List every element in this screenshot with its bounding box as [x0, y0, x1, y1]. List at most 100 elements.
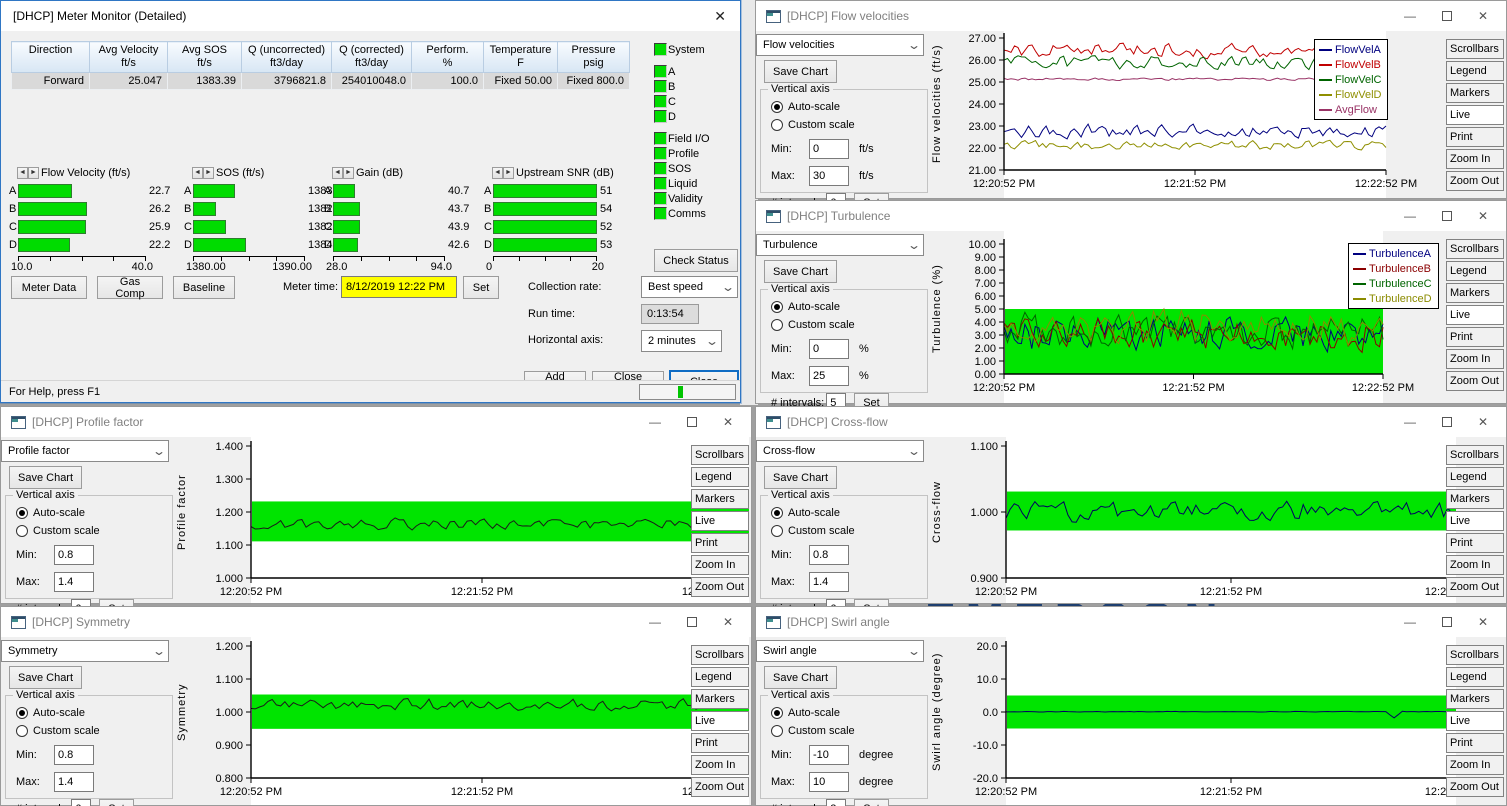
minimize-button[interactable]: —: [649, 416, 661, 428]
close-button[interactable]: ✕: [1478, 416, 1488, 428]
scroll-right-button[interactable]: ►: [503, 167, 514, 179]
legend-button[interactable]: Legend: [691, 467, 749, 487]
auto-scale-radio[interactable]: Auto-scale: [16, 505, 172, 521]
scroll-left-button[interactable]: ◄: [17, 167, 28, 179]
scrollbars-button[interactable]: Scrollbars: [691, 645, 749, 665]
scrollbars-button[interactable]: Scrollbars: [1446, 445, 1504, 465]
print-button[interactable]: Print: [1446, 127, 1504, 147]
chart-selector-dropdown[interactable]: Flow velocities ⌄: [756, 34, 924, 56]
zoom-in-button[interactable]: Zoom In: [691, 755, 749, 775]
minimize-button[interactable]: —: [649, 616, 661, 628]
markers-button[interactable]: Markers: [1446, 283, 1504, 303]
min-input[interactable]: [809, 745, 849, 765]
meter-time-field[interactable]: [341, 276, 457, 298]
markers-button[interactable]: Markers: [1446, 489, 1504, 509]
minimize-button[interactable]: —: [1404, 416, 1416, 428]
legend-button[interactable]: Legend: [1446, 61, 1504, 81]
min-input[interactable]: [54, 545, 94, 565]
max-input[interactable]: [809, 772, 849, 792]
maximize-button[interactable]: [1442, 11, 1452, 21]
zoom-out-button[interactable]: Zoom Out: [691, 577, 749, 597]
markers-button[interactable]: Markers: [1446, 689, 1504, 709]
live-button[interactable]: Live: [691, 711, 749, 731]
custom-scale-radio[interactable]: Custom scale: [16, 723, 172, 739]
max-input[interactable]: [809, 572, 849, 592]
print-button[interactable]: Print: [1446, 733, 1504, 753]
horizontal-axis-dropdown[interactable]: 2 minutes ⌄: [641, 330, 722, 352]
min-input[interactable]: [809, 139, 849, 159]
legend-button[interactable]: Legend: [1446, 467, 1504, 487]
scrollbars-button[interactable]: Scrollbars: [691, 445, 749, 465]
print-button[interactable]: Print: [1446, 327, 1504, 347]
print-button[interactable]: Print: [691, 733, 749, 753]
set-meter-time-button[interactable]: Set: [463, 276, 499, 299]
live-button[interactable]: Live: [691, 511, 749, 531]
zoom-out-button[interactable]: Zoom Out: [1446, 371, 1504, 391]
close-button[interactable]: ✕: [723, 416, 733, 428]
custom-scale-radio[interactable]: Custom scale: [771, 317, 927, 333]
max-input[interactable]: [54, 572, 94, 592]
close-button[interactable]: ✕: [1478, 616, 1488, 628]
baseline-button[interactable]: Baseline: [173, 276, 235, 299]
set-button[interactable]: Set: [99, 799, 134, 806]
scroll-right-button[interactable]: ►: [343, 167, 354, 179]
min-input[interactable]: [809, 339, 849, 359]
chart-selector-dropdown[interactable]: Turbulence ⌄: [756, 234, 924, 256]
save-chart-button[interactable]: Save Chart: [9, 466, 82, 489]
print-button[interactable]: Print: [1446, 533, 1504, 553]
minimize-button[interactable]: —: [1404, 616, 1416, 628]
scroll-right-button[interactable]: ►: [28, 167, 39, 179]
auto-scale-radio[interactable]: Auto-scale: [771, 99, 927, 115]
scroll-left-button[interactable]: ◄: [192, 167, 203, 179]
live-button[interactable]: Live: [1446, 105, 1504, 125]
custom-scale-radio[interactable]: Custom scale: [771, 117, 927, 133]
minimize-button[interactable]: —: [1404, 210, 1416, 222]
save-chart-button[interactable]: Save Chart: [764, 466, 837, 489]
legend-button[interactable]: Legend: [1446, 261, 1504, 281]
custom-scale-radio[interactable]: Custom scale: [16, 523, 172, 539]
zoom-in-button[interactable]: Zoom In: [1446, 349, 1504, 369]
scrollbars-button[interactable]: Scrollbars: [1446, 39, 1504, 59]
close-button[interactable]: ✕: [723, 616, 733, 628]
min-input[interactable]: [809, 545, 849, 565]
set-button[interactable]: Set: [854, 799, 889, 806]
titlebar[interactable]: [DHCP] Profile factor — ✕: [1, 407, 751, 437]
zoom-out-button[interactable]: Zoom Out: [1446, 171, 1504, 191]
titlebar[interactable]: [DHCP] Turbulence — ✕: [756, 201, 1506, 231]
scrollbars-button[interactable]: Scrollbars: [1446, 645, 1504, 665]
legend-button[interactable]: Legend: [1446, 667, 1504, 687]
maximize-button[interactable]: [1442, 617, 1452, 627]
titlebar[interactable]: [DHCP] Symmetry — ✕: [1, 607, 751, 637]
save-chart-button[interactable]: Save Chart: [764, 666, 837, 689]
zoom-in-button[interactable]: Zoom In: [1446, 555, 1504, 575]
scrollbars-button[interactable]: Scrollbars: [1446, 239, 1504, 259]
max-input[interactable]: [54, 772, 94, 792]
chart-selector-dropdown[interactable]: Symmetry ⌄: [1, 640, 169, 662]
close-button[interactable]: ✕: [1478, 10, 1488, 22]
zoom-out-button[interactable]: Zoom Out: [1446, 577, 1504, 597]
custom-scale-radio[interactable]: Custom scale: [771, 523, 927, 539]
chart-selector-dropdown[interactable]: Cross-flow ⌄: [756, 440, 924, 462]
titlebar[interactable]: [DHCP] Swirl angle — ✕: [756, 607, 1506, 637]
print-button[interactable]: Print: [691, 533, 749, 553]
zoom-in-button[interactable]: Zoom In: [691, 555, 749, 575]
markers-button[interactable]: Markers: [691, 689, 749, 709]
live-button[interactable]: Live: [1446, 511, 1504, 531]
maximize-button[interactable]: [687, 417, 697, 427]
markers-button[interactable]: Markers: [1446, 83, 1504, 103]
max-input[interactable]: [809, 166, 849, 186]
check-status-button[interactable]: Check Status: [654, 249, 738, 272]
save-chart-button[interactable]: Save Chart: [764, 60, 837, 83]
meter-data-button[interactable]: Meter Data: [11, 276, 87, 299]
auto-scale-radio[interactable]: Auto-scale: [771, 705, 927, 721]
live-button[interactable]: Live: [1446, 305, 1504, 325]
zoom-in-button[interactable]: Zoom In: [1446, 149, 1504, 169]
auto-scale-radio[interactable]: Auto-scale: [771, 299, 927, 315]
titlebar[interactable]: [DHCP] Flow velocities — ✕: [756, 1, 1506, 31]
chart-selector-dropdown[interactable]: Profile factor ⌄: [1, 440, 169, 462]
maximize-button[interactable]: [687, 617, 697, 627]
markers-button[interactable]: Markers: [691, 489, 749, 509]
save-chart-button[interactable]: Save Chart: [9, 666, 82, 689]
collection-rate-dropdown[interactable]: Best speed ⌄: [641, 276, 738, 298]
scroll-left-button[interactable]: ◄: [332, 167, 343, 179]
